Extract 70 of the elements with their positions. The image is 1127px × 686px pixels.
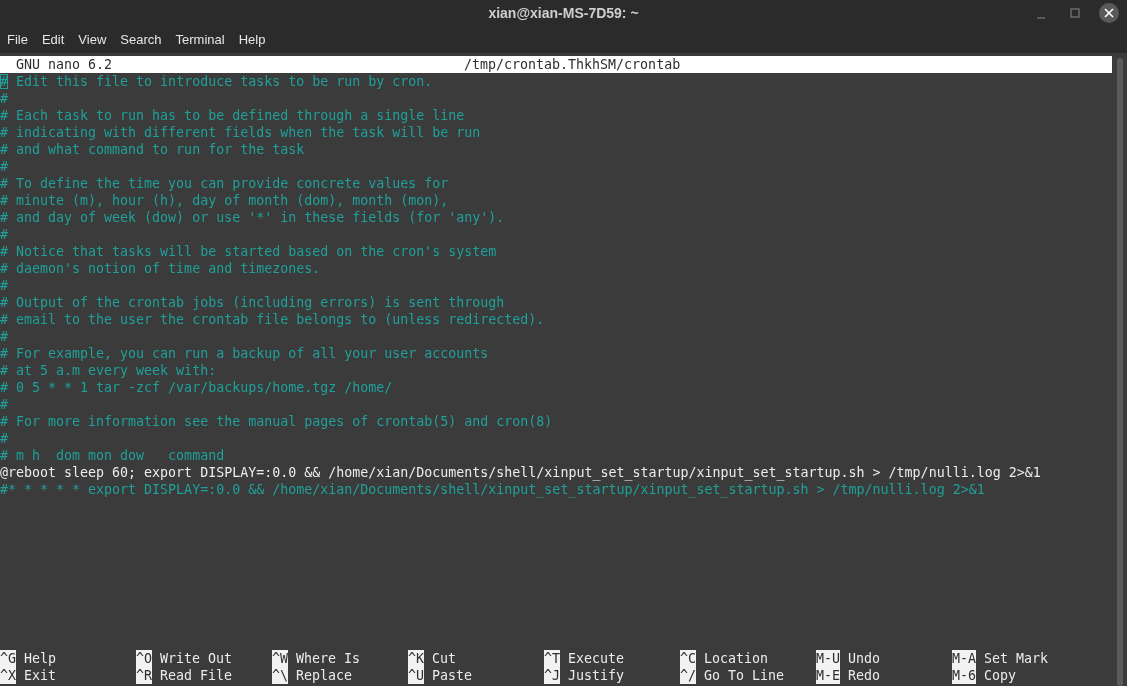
comment-line: # To define the time you can provide concrete values for xyxy=(0,175,450,192)
file-name: /tmp/crontab.ThkhSM/crontab xyxy=(464,56,681,73)
comment-line: # and day of week (dow) or use '*' in these fields (for 'any'). xyxy=(0,209,506,226)
close-icon xyxy=(1104,8,1114,18)
menu-item[interactable]: Terminal xyxy=(175,32,239,47)
shortcut-key: ^X xyxy=(0,667,16,684)
shortcut-key: M-A xyxy=(952,650,977,667)
shortcut-key: ^C xyxy=(680,650,696,667)
shortcut-label: Replace xyxy=(296,667,353,684)
shortcut-key: ^O xyxy=(136,650,152,667)
menu-item[interactable]: File xyxy=(7,32,42,47)
shortcut-key: ^W xyxy=(272,650,288,667)
comment-line: # Each task to run has to be defined through a single line xyxy=(0,107,466,124)
comment-line: # xyxy=(0,328,9,345)
shortcut-label: Exit xyxy=(24,667,57,684)
shortcut-key: ^J xyxy=(544,667,560,684)
shortcut-label: Paste xyxy=(432,667,473,684)
menu-item[interactable]: View xyxy=(78,32,121,47)
comment-line: # xyxy=(0,90,9,107)
shortcut-key: M-E xyxy=(816,667,841,684)
shortcut-key: ^T xyxy=(544,650,560,667)
shortcut-key: ^K xyxy=(408,650,424,667)
comment-line: # daemon's notion of time and timezones. xyxy=(0,260,322,277)
comment-line: # For more information see the manual pages of crontab(5) and cron(8) xyxy=(0,413,554,430)
comment-line: # 0 5 * * 1 tar -zcf /var/backups/home.tgz /home/ xyxy=(0,379,394,396)
comment-line: # email to the user the crontab file belongs to (unless redirected). xyxy=(0,311,546,328)
window-title: xian@xian-MS-7D59: ~ xyxy=(488,5,639,21)
comment-line: # Notice that tasks will be started based on the cron's system xyxy=(0,243,498,260)
comment-line: # indicating with different fields when the task will be run xyxy=(0,124,482,141)
shortcut-key: M-6 xyxy=(952,667,977,684)
command-line: @reboot sleep 60; export DISPLAY=:0.0 && /home/xian/Documents/shell/xinput_set_startup/xinput_set_startup.sh > /tmp/nulli.log 2>&1 xyxy=(0,464,1042,481)
comment-line: # Output of the crontab jobs (including errors) is sent through xyxy=(0,294,506,311)
shortcut-label: Redo xyxy=(848,667,881,684)
menu-item[interactable]: Search xyxy=(120,32,176,47)
shortcut-label: Set Mark xyxy=(984,650,1049,667)
comment-line: # and what command to run for the task xyxy=(0,141,306,158)
comment-line: # For example, you can run a backup of all your user accounts xyxy=(0,345,490,362)
comment-line: # m h dom mon dow command xyxy=(0,447,226,464)
minimize-icon xyxy=(1036,17,1046,19)
comment-line: #* * * * * export DISPLAY=:0.0 && /home/xian/Documents/shell/xinput_set_startup/xinput_set_startup.sh > /tmp/nulli.log 2>&1 xyxy=(0,481,986,498)
shortcut-key: ^R xyxy=(136,667,152,684)
shortcut-label: Justify xyxy=(568,667,625,684)
comment-line: # xyxy=(0,226,9,243)
menu-item[interactable]: Help xyxy=(238,32,280,47)
menu-item[interactable]: Edit xyxy=(41,32,79,47)
shortcut-label: Write Out xyxy=(160,650,233,667)
shortcut-label: Go To Line xyxy=(704,667,785,684)
comment-line: # xyxy=(0,396,9,413)
shortcut-key: ^U xyxy=(408,667,424,684)
comment-line: # xyxy=(0,277,9,294)
shortcut-label: Read File xyxy=(160,667,233,684)
scrollbar-thumb[interactable] xyxy=(1116,58,1123,686)
comment-line: # xyxy=(0,430,9,447)
maximize-icon xyxy=(1070,8,1080,18)
close-button[interactable] xyxy=(1099,3,1119,23)
shortcut-key: M-U xyxy=(816,650,841,667)
shortcut-label: Execute xyxy=(568,650,625,667)
shortcut-label: Location xyxy=(704,650,769,667)
shortcut-label: Cut xyxy=(432,650,457,667)
shortcut-label: Help xyxy=(24,650,57,667)
shortcut-key: ^/ xyxy=(680,667,696,684)
shortcut-label: Where Is xyxy=(296,650,361,667)
shortcut-key: ^\ xyxy=(272,667,288,684)
shortcut-label: Undo xyxy=(848,650,881,667)
editor-version: GNU nano 6.2 xyxy=(16,56,113,73)
comment-line: # minute (m), hour (h), day of month (dom), month (mon), xyxy=(0,192,450,209)
shortcut-label: Copy xyxy=(984,667,1017,684)
comment-line: # xyxy=(0,158,9,175)
comment-line: # at 5 a.m every week with: xyxy=(0,362,218,379)
shortcut-key: ^G xyxy=(0,650,16,667)
